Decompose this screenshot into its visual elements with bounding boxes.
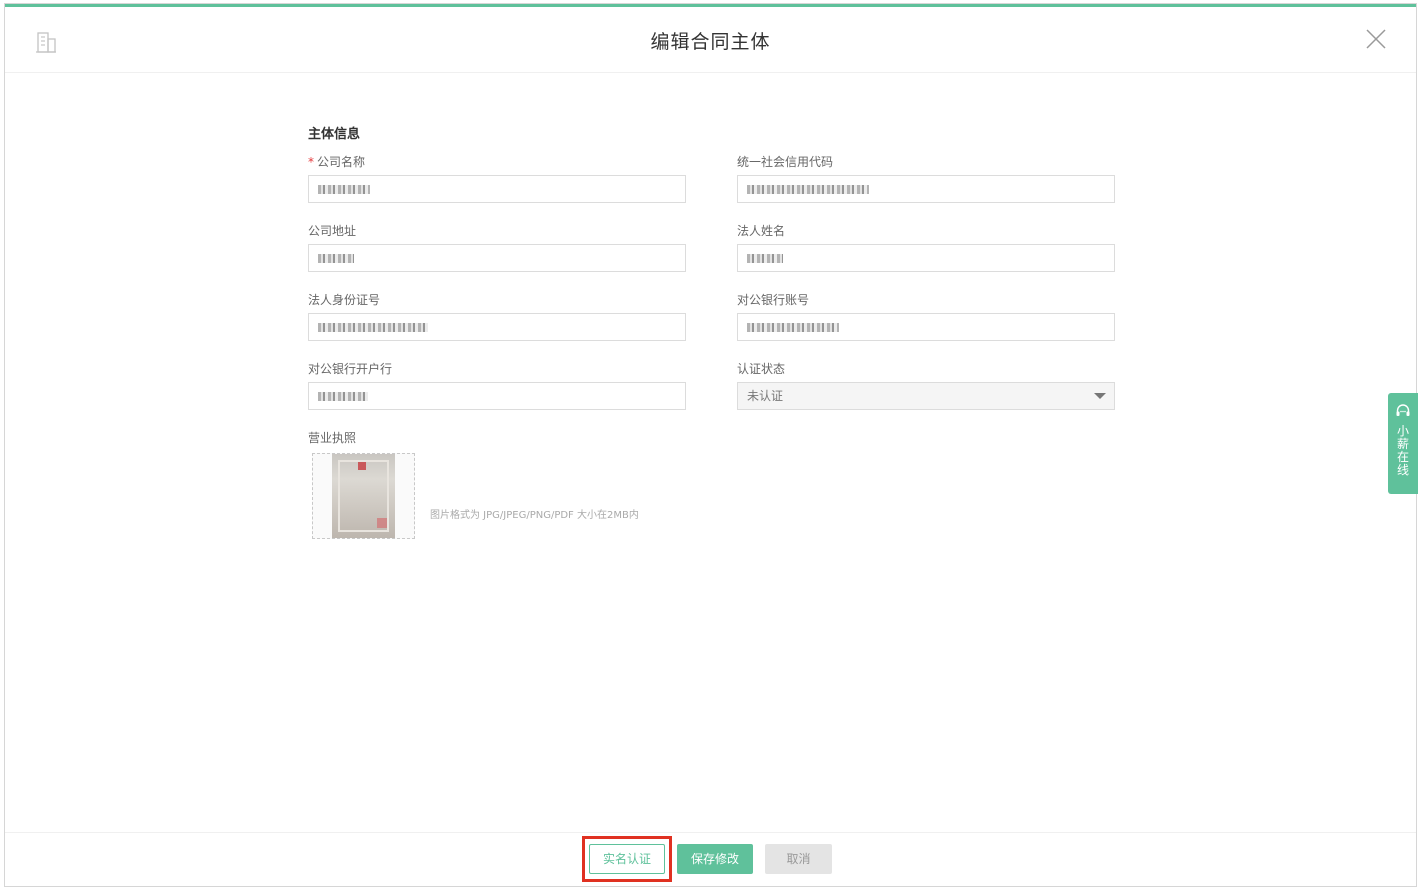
- company-address-field: 公司地址: [308, 223, 686, 272]
- cert-status-select[interactable]: 未认证: [737, 382, 1115, 410]
- legal-person-input[interactable]: [737, 244, 1115, 272]
- redacted-value: [318, 185, 370, 194]
- cert-status-field: 认证状态 未认证: [737, 361, 1115, 410]
- credit-code-field: 统一社会信用代码: [737, 154, 1115, 203]
- company-name-label: * 公司名称: [308, 155, 366, 169]
- online-support-label: 小薪在线: [1396, 424, 1409, 477]
- license-label: 营业执照: [308, 431, 357, 445]
- bank-account-input[interactable]: [737, 313, 1115, 341]
- dialog-footer: 实名认证 保存修改 取消: [5, 832, 1416, 886]
- close-icon[interactable]: [1364, 27, 1388, 51]
- company-name-field: * 公司名称: [308, 154, 686, 203]
- redacted-value: [318, 392, 368, 401]
- upload-hint: 图片格式为 JPG/JPEG/PNG/PDF 大小在2MB内: [430, 510, 639, 521]
- license-upload[interactable]: [312, 453, 415, 539]
- redacted-value: [747, 185, 869, 194]
- bank-account-field: 对公银行账号: [737, 292, 1115, 341]
- company-address-input[interactable]: [308, 244, 686, 272]
- online-support-widget[interactable]: 小薪在线: [1388, 393, 1418, 494]
- save-button[interactable]: 保存修改: [677, 844, 753, 874]
- chevron-down-icon: [1094, 393, 1106, 399]
- company-name-input[interactable]: [308, 175, 686, 203]
- legal-person-field: 法人姓名: [737, 223, 1115, 272]
- dialog-header: 编辑合同主体: [5, 7, 1416, 73]
- bank-account-label: 对公银行账号: [737, 293, 810, 307]
- legal-person-label: 法人姓名: [737, 224, 786, 238]
- legal-id-input[interactable]: [308, 313, 686, 341]
- required-mark: *: [308, 155, 314, 169]
- company-address-label: 公司地址: [308, 224, 357, 238]
- credit-code-input[interactable]: [737, 175, 1115, 203]
- credit-code-label: 统一社会信用代码: [737, 155, 834, 169]
- headset-icon: [1396, 404, 1410, 416]
- license-field: 营业执照: [308, 430, 686, 446]
- bank-name-input[interactable]: [308, 382, 686, 410]
- bank-name-label: 对公银行开户行: [308, 362, 393, 376]
- dialog-title: 编辑合同主体: [650, 31, 771, 53]
- cert-status-label: 认证状态: [737, 362, 786, 376]
- redacted-value: [747, 323, 839, 332]
- legal-id-field: 法人身份证号: [308, 292, 686, 341]
- section-title: 主体信息: [308, 127, 361, 142]
- legal-id-label: 法人身份证号: [308, 293, 381, 307]
- redacted-value: [318, 323, 428, 332]
- redacted-value: [318, 254, 354, 263]
- cancel-button[interactable]: 取消: [765, 844, 832, 874]
- cert-status-value: 未认证: [747, 389, 784, 403]
- bank-name-field: 对公银行开户行: [308, 361, 686, 410]
- verify-button[interactable]: 实名认证: [589, 844, 665, 874]
- license-thumbnail: [332, 454, 395, 538]
- edit-contract-entity-dialog: 编辑合同主体 主体信息 * 公司名称 统一社会信用代码 公司地址 法人姓名 法人身…: [4, 3, 1417, 887]
- redacted-value: [747, 254, 783, 263]
